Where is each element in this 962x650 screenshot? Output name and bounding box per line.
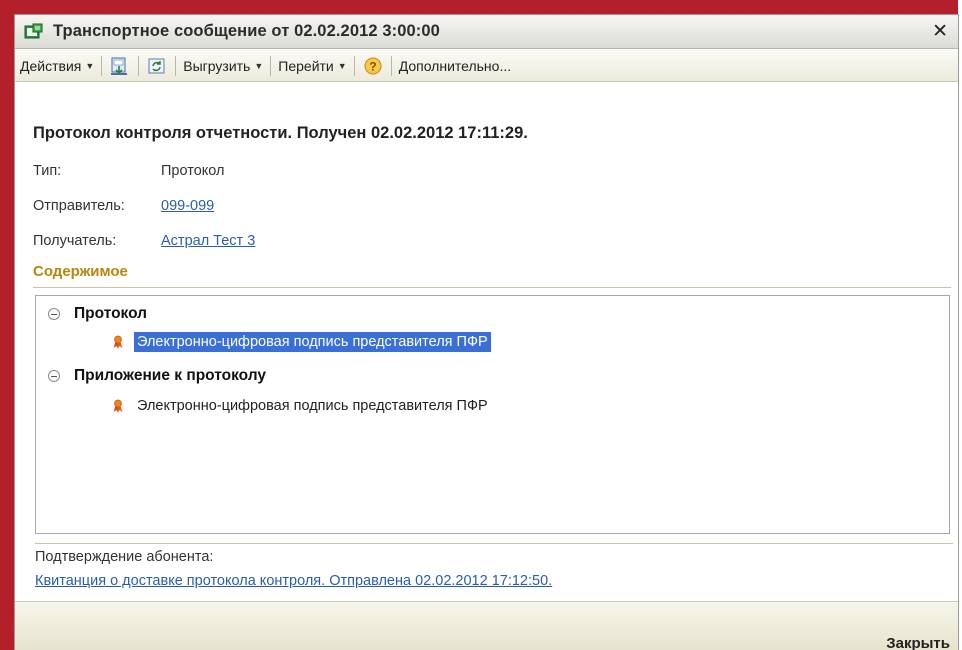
actions-menu-label: Действия (20, 57, 82, 74)
tree-node-appendix[interactable]: Приложение к протоколу (48, 367, 266, 385)
actions-menu[interactable]: Действия ▼ (15, 54, 99, 78)
page-title: Протокол контроля отчетности. Получен 02… (33, 124, 528, 142)
chevron-down-icon: ▼ (254, 60, 264, 71)
footer-bar (15, 601, 958, 650)
toolbar: Действия ▼ Выгрузить ▼ Перейти ▼ ? Допол… (15, 50, 958, 82)
more-menu[interactable]: Дополнительно... (394, 54, 516, 78)
goto-menu-label: Перейти (278, 57, 334, 74)
toolbar-separator (390, 55, 392, 76)
sender-label: Отправитель: (33, 198, 125, 214)
tree-leaf-label: Электронно-цифровая подпись представител… (137, 398, 488, 414)
refresh-icon (146, 56, 168, 76)
chevron-down-icon: ▼ (337, 60, 347, 71)
help-glyph: ? (369, 59, 376, 73)
toolbar-separator (101, 55, 103, 76)
receipt-link[interactable]: Квитанция о доставке протокола контроля.… (35, 573, 552, 589)
contents-section-title: Содержимое (33, 263, 128, 280)
tree-node-label: Протокол (74, 305, 148, 322)
type-value: Протокол (161, 163, 225, 179)
recipient-link[interactable]: Астрал Тест 3 (161, 233, 255, 249)
tree-leaf-signature[interactable]: Электронно-цифровая подпись представител… (112, 396, 491, 416)
contents-tree[interactable]: Протокол Электронно-цифровая подпись пре… (35, 295, 950, 534)
tree-leaf-label: Электронно-цифровая подпись представител… (134, 332, 491, 352)
export-menu[interactable]: Выгрузить ▼ (178, 54, 268, 78)
close-button[interactable]: Закрыть (886, 635, 950, 650)
toolbar-separator (270, 55, 272, 76)
document-icon (24, 23, 44, 41)
confirmation-divider (35, 543, 953, 544)
section-divider (33, 287, 951, 288)
tree-leaf-signature[interactable]: Электронно-цифровая подпись представител… (112, 332, 491, 352)
chevron-down-icon: ▼ (85, 60, 95, 71)
signature-ribbon-icon (112, 335, 124, 349)
type-label: Тип: (33, 163, 62, 179)
window-title: Транспортное сообщение от 02.02.2012 3:0… (53, 22, 440, 40)
collapse-icon[interactable] (48, 308, 60, 320)
recipient-label: Получатель: (33, 233, 117, 249)
tree-node-label: Приложение к протоколу (74, 367, 266, 384)
export-menu-label: Выгрузить (183, 57, 251, 74)
toolbar-separator (353, 55, 355, 76)
confirmation-label: Подтверждение абонента: (35, 549, 214, 565)
goto-menu[interactable]: Перейти ▼ (273, 54, 351, 78)
collapse-icon[interactable] (48, 370, 60, 382)
save-to-file-button[interactable] (104, 54, 136, 78)
help-icon: ? (362, 56, 384, 76)
help-button[interactable]: ? (357, 54, 389, 78)
title-bar: Транспортное сообщение от 02.02.2012 3:0… (15, 15, 958, 49)
signature-ribbon-icon (112, 399, 124, 413)
tree-node-protocol[interactable]: Протокол (48, 305, 147, 323)
document-window: Транспортное сообщение от 02.02.2012 3:0… (14, 14, 959, 650)
save-file-icon (109, 56, 131, 76)
more-menu-label: Дополнительно... (398, 57, 512, 74)
toolbar-separator (175, 55, 177, 76)
close-icon[interactable]: ✕ (932, 20, 948, 43)
sender-link[interactable]: 099-099 (161, 198, 214, 214)
refresh-button[interactable] (141, 54, 173, 78)
toolbar-separator (138, 55, 140, 76)
